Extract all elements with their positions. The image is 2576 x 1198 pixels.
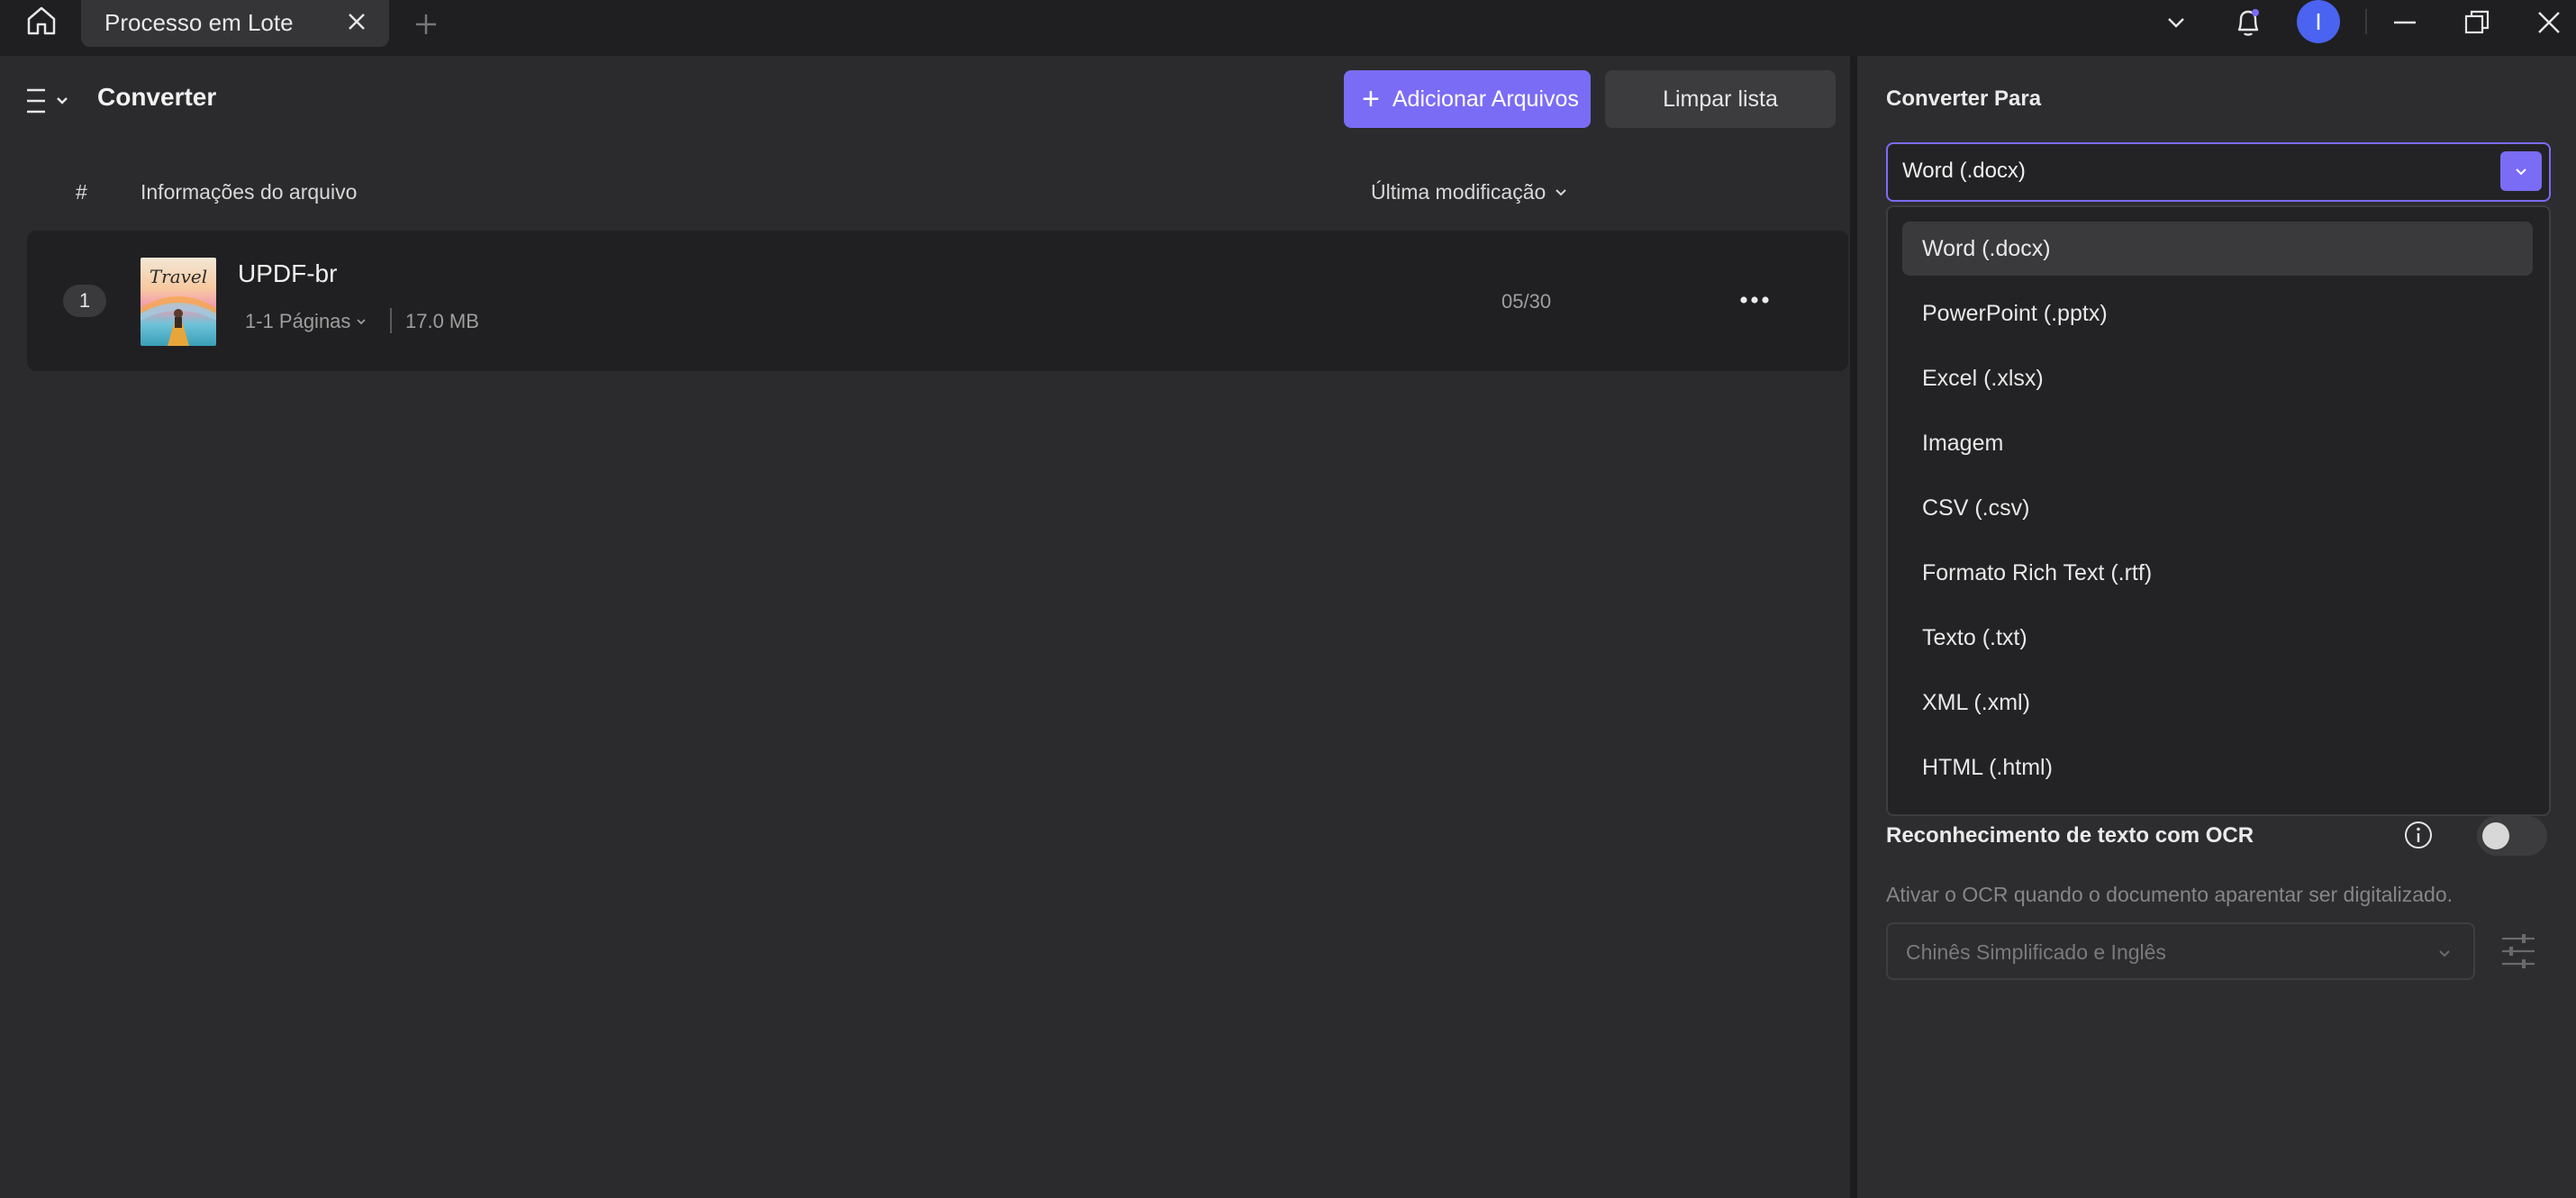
page-range-selector[interactable]: 1-1 Páginas [245, 310, 368, 333]
table-row[interactable]: 1 Travel UPDF-br 1-1 Páginas 17.0 MB 05/… [27, 231, 1848, 371]
convert-to-label: Converter Para [1886, 86, 2042, 111]
chevron-down-icon [2516, 168, 2526, 176]
minimize-button[interactable] [2383, 4, 2426, 41]
chevron-down-icon [357, 319, 367, 325]
format-option[interactable]: Formato Rich Text (.rtf) [1902, 546, 2533, 600]
format-option[interactable]: Texto (.txt) [1902, 611, 2533, 665]
chevron-down-icon [1556, 188, 1567, 195]
thumbnail-text: Travel [150, 266, 207, 287]
notifications-button[interactable] [2227, 4, 2270, 41]
menu-icon[interactable] [25, 83, 76, 119]
titlebar-divider [2365, 9, 2367, 34]
format-selected-value: Word (.docx) [1902, 159, 2026, 183]
file-list-panel [0, 56, 1850, 1198]
format-option[interactable]: Word (.docx) [1902, 222, 2533, 276]
file-size: 17.0 MB [405, 310, 479, 332]
tabs-dropdown-button[interactable] [2154, 4, 2198, 41]
file-thumbnail: Travel [141, 258, 216, 346]
minimize-icon [2394, 21, 2416, 24]
column-header-modified: Última modificação [1371, 180, 1547, 204]
chevron-down-icon [2439, 950, 2450, 957]
restore-button[interactable] [2455, 4, 2499, 41]
sliders-icon[interactable] [2500, 931, 2536, 971]
ocr-label: Reconhecimento de texto com OCR [1886, 823, 2254, 848]
more-options-icon[interactable] [1728, 286, 1782, 313]
bell-icon [2237, 9, 2259, 36]
close-window-button[interactable] [2527, 4, 2571, 41]
restore-icon [2464, 10, 2490, 34]
clear-list-button[interactable]: Limpar lista [1605, 70, 1836, 128]
plus-icon: + [1362, 82, 1380, 116]
add-files-label: Adicionar Arquivos [1392, 86, 1579, 112]
close-icon [2538, 12, 2560, 33]
info-icon[interactable] [2403, 820, 2434, 850]
format-dropdown-menu: Word (.docx) PowerPoint (.pptx) Excel (.… [1886, 205, 2551, 816]
page-title: Converter [97, 83, 217, 111]
row-separator [390, 308, 392, 333]
tab-label: Processo em Lote [104, 9, 294, 36]
file-name: UPDF-br [238, 259, 338, 287]
new-tab-icon[interactable] [407, 5, 445, 43]
format-option[interactable]: HTML (.html) [1902, 740, 2533, 794]
format-select[interactable]: Word (.docx) [1886, 142, 2551, 202]
file-modified-date: 05/30 [1501, 290, 1552, 313]
ocr-language-value: Chinês Simplificado e Inglês [1906, 940, 2166, 964]
format-dropdown-toggle[interactable] [2500, 151, 2542, 191]
ocr-toggle[interactable] [2477, 816, 2547, 856]
format-option[interactable]: Imagem [1902, 416, 2533, 470]
close-tab-icon[interactable] [344, 9, 369, 34]
format-option[interactable]: PowerPoint (.pptx) [1902, 286, 2533, 340]
row-index: 1 [63, 285, 106, 317]
ocr-language-select[interactable]: Chinês Simplificado e Inglês [1886, 922, 2475, 980]
format-option[interactable]: Excel (.xlsx) [1902, 351, 2533, 405]
add-files-button[interactable]: + Adicionar Arquivos [1344, 70, 1591, 128]
toggle-knob [2482, 822, 2509, 849]
page-range: 1-1 Páginas [245, 310, 351, 332]
column-header-file-info: Informações do arquivo [141, 180, 358, 204]
panel-divider [1850, 56, 1857, 1198]
home-icon [27, 6, 56, 35]
ocr-description: Ativar o OCR quando o documento aparenta… [1886, 883, 2454, 906]
chevron-down-icon [2168, 18, 2184, 28]
format-option[interactable]: CSV (.csv) [1902, 481, 2533, 535]
tab-processo-em-lote[interactable]: Processo em Lote [81, 0, 389, 47]
home-button[interactable] [16, 0, 67, 41]
user-avatar[interactable]: I [2297, 0, 2340, 43]
column-header-index: # [76, 180, 87, 204]
sort-last-modified[interactable]: Última modificação [1371, 180, 1571, 204]
format-option[interactable]: XML (.xml) [1902, 676, 2533, 730]
